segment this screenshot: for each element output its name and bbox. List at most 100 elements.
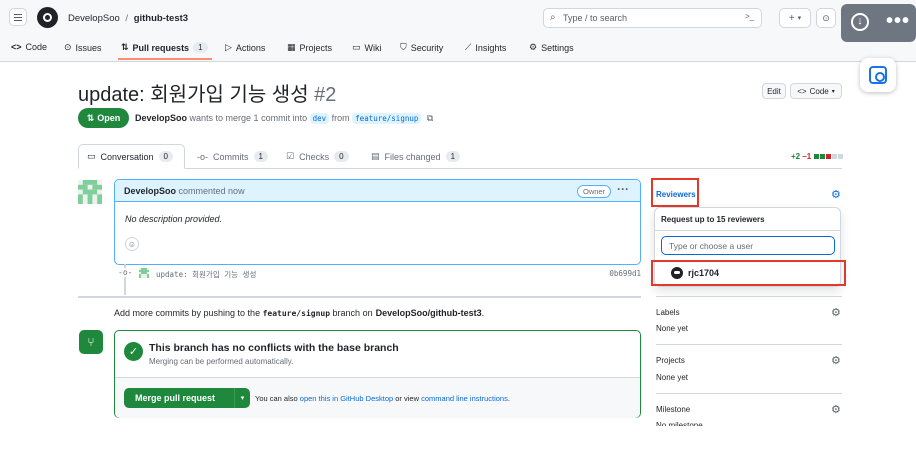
tab-checks[interactable]: ☑ Checks 0 <box>286 144 349 169</box>
diff-stat: +2 −1 <box>791 152 844 161</box>
chevron-down-icon: ▾ <box>797 15 802 22</box>
popup-title: Request up to 15 reviewers <box>661 215 765 224</box>
merge-footer: Merge pull request ▾ You can also open t… <box>115 377 640 418</box>
gear-icon[interactable]: ⚙ <box>831 306 841 319</box>
smiley-icon[interactable]: ☺ <box>125 237 139 251</box>
merge-status-subtitle: Merging can be performed automatically. <box>149 357 294 366</box>
suggested-reviewer-item[interactable]: rjc1704 <box>652 260 845 285</box>
code-icon: <> <box>797 86 807 96</box>
add-more-middle: branch on <box>332 308 373 318</box>
tab-label: Issues <box>75 42 102 53</box>
lines-removed: −1 <box>802 152 812 161</box>
tab-count: 1 <box>253 151 268 162</box>
screen-capture-button[interactable] <box>860 58 896 92</box>
or-view-text: or view <box>395 394 420 403</box>
pull-requests-count: 1 <box>193 42 208 53</box>
tab-commits[interactable]: -o- Commits 1 <box>197 144 268 169</box>
also-prefix: You can also <box>255 394 298 403</box>
add-more-commits-text: Add more commits by pushing to the featu… <box>114 308 484 318</box>
issues-icon-button[interactable]: ⊙ <box>816 8 836 28</box>
download-icon[interactable]: ↓ <box>851 13 869 31</box>
tab-conversation[interactable]: ▭ Conversation 0 <box>78 144 185 169</box>
copy-icon[interactable]: ⧉ <box>427 113 433 123</box>
more-options-icon[interactable]: ••• <box>886 10 910 33</box>
reviewer-search-input[interactable]: Type or choose a user <box>661 236 835 255</box>
merge-pull-request-button[interactable]: Merge pull request ▾ <box>124 388 250 408</box>
code-button[interactable]: <> Code ▾ <box>790 83 842 99</box>
head-branch[interactable]: feature/signup <box>352 113 422 124</box>
merge-alternatives: You can also open this in GitHub Desktop… <box>255 394 510 403</box>
commit-message[interactable]: update: 회원가입 기능 생성 <box>156 269 256 280</box>
code-button-label: Code <box>809 86 829 96</box>
reviewers-heading[interactable]: Reviewers <box>656 190 696 199</box>
owner-badge: Owner <box>577 185 612 198</box>
milestone-value: No milestone <box>656 421 703 426</box>
search-placeholder: Type / to search <box>563 13 628 23</box>
commit-sha[interactable]: 0b699d1 <box>609 269 641 278</box>
plus-icon: + <box>788 12 795 24</box>
breadcrumb-repo[interactable]: github-test3 <box>134 13 188 24</box>
comment-icon: ▭ <box>87 151 96 161</box>
avatar <box>671 266 683 279</box>
tab-label: Wiki <box>364 42 382 53</box>
command-palette-icon[interactable]: >_ <box>745 12 754 21</box>
tab-insights[interactable]: ⟋ Insights <box>465 42 506 53</box>
tab-issues[interactable]: ⊙ Issues <box>64 42 102 53</box>
projects-heading[interactable]: Projects <box>656 356 685 365</box>
base-branch[interactable]: dev <box>309 113 330 124</box>
github-logo-icon[interactable] <box>37 7 58 28</box>
check-circle-icon: ✓ <box>124 342 143 361</box>
sidebar-divider <box>656 344 842 345</box>
tab-pull-requests[interactable]: ⇅ Pull requests 1 <box>121 42 208 53</box>
gear-icon[interactable]: ⚙ <box>831 354 841 367</box>
tab-wiki[interactable]: ▭ Wiki <box>352 42 382 53</box>
tab-count: 0 <box>158 151 173 162</box>
chevron-down-icon[interactable]: ▾ <box>234 388 250 408</box>
suggested-reviewer-name: rjc1704 <box>688 267 720 278</box>
add-more-repo: DevelopSoo/github-test3 <box>375 308 482 318</box>
selected-tab-indicator <box>118 58 212 60</box>
breadcrumb-owner[interactable]: DevelopSoo <box>68 13 120 24</box>
gear-icon: ⚙ <box>529 42 538 52</box>
comment-author[interactable]: DevelopSoo <box>124 186 176 196</box>
tab-count: 0 <box>334 151 349 162</box>
merge-button-label: Merge pull request <box>135 393 216 403</box>
comment-action: commented now <box>178 186 245 196</box>
avatar[interactable] <box>78 180 102 204</box>
gear-icon[interactable]: ⚙ <box>831 188 841 201</box>
gear-icon[interactable]: ⚙ <box>831 403 841 416</box>
tab-files-changed[interactable]: ▤ Files changed 1 <box>371 144 461 169</box>
labels-heading[interactable]: Labels <box>656 308 680 317</box>
tab-projects[interactable]: ▦ Projects <box>287 42 332 53</box>
author-link[interactable]: DevelopSoo <box>135 113 187 123</box>
tab-security[interactable]: ⛉ Security <box>400 42 443 53</box>
milestone-heading[interactable]: Milestone <box>656 405 690 414</box>
search-input[interactable]: ⌕ Type / to search >_ <box>543 8 762 28</box>
tab-actions[interactable]: ▷ Actions <box>225 42 265 53</box>
commit-icon: -o- <box>197 151 208 162</box>
add-more-suffix: . <box>481 308 485 318</box>
tab-label: Pull requests <box>132 42 190 53</box>
commit-icon: -o- <box>118 268 133 277</box>
breadcrumb: DevelopSoo / github-test3 <box>68 13 188 24</box>
open-desktop-link[interactable]: open this in GitHub Desktop <box>300 394 393 403</box>
timeline-divider <box>78 296 641 298</box>
edit-button[interactable]: Edit <box>762 83 786 99</box>
menu-button[interactable] <box>9 8 27 26</box>
status-badge: ⇅ Open <box>78 108 129 128</box>
tab-label: Conversation <box>100 151 154 162</box>
command-line-link[interactable]: command line instructions <box>421 394 508 403</box>
chevron-down-icon: ▾ <box>831 88 835 95</box>
sidebar-divider <box>656 393 842 394</box>
table-icon: ▦ <box>287 42 296 52</box>
tab-label: Files changed <box>384 151 441 162</box>
tab-label: Actions <box>235 42 266 53</box>
comment-header: DevelopSoo commented now <box>115 180 640 202</box>
tab-settings[interactable]: ⚙ Settings <box>529 42 574 53</box>
tab-code[interactable]: <> Code <box>11 42 47 52</box>
checklist-icon: ☑ <box>286 151 295 161</box>
create-new-button[interactable]: + ▾ <box>779 8 811 28</box>
tab-label: Settings <box>541 42 574 53</box>
tab-count: 1 <box>445 151 461 162</box>
kebab-horizontal-icon[interactable]: ··· <box>617 182 629 196</box>
